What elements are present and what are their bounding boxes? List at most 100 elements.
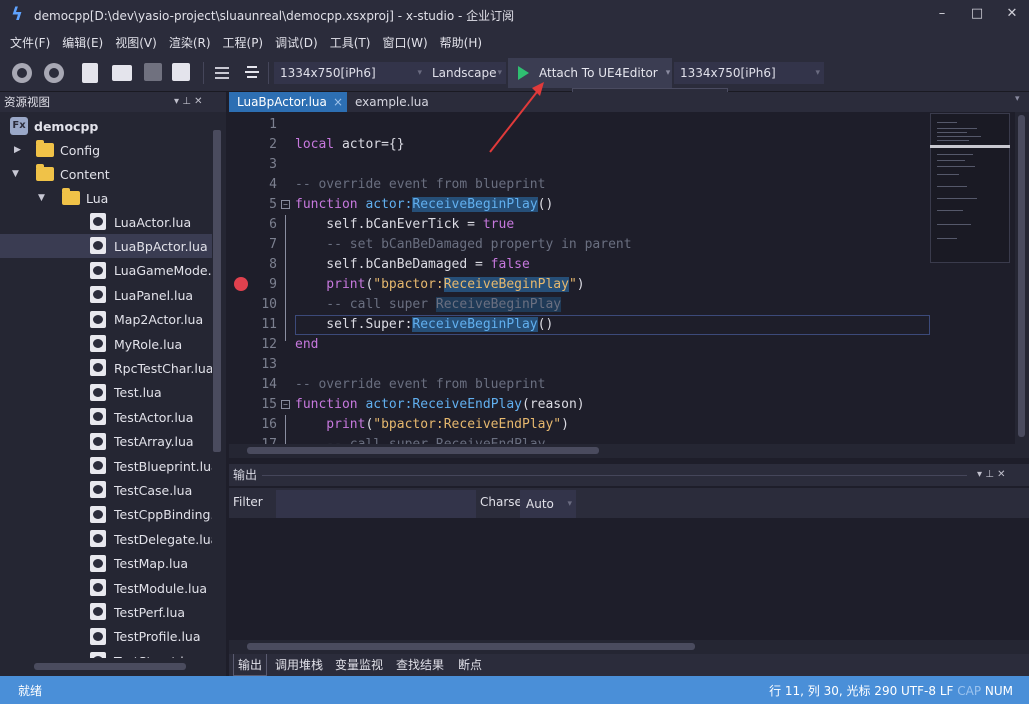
code-line: 4 -- override event from blueprint [229,175,1015,195]
file-node[interactable]: TestPerf.lua [0,600,212,624]
comment-lines-icon[interactable] [212,63,232,83]
file-node[interactable]: TestBlueprint.lua [0,454,212,478]
charset-select[interactable]: Auto ▾ [520,490,576,518]
collapse-arrow-icon[interactable]: ▼ [38,193,45,203]
menu-tools[interactable]: 工具(T) [326,34,379,51]
file-label: RpcTestChar.lua [114,360,212,376]
code-minimap[interactable] [930,113,1010,263]
tabs-overflow-icon[interactable]: ▾ [1015,94,1020,104]
filter-input[interactable] [276,490,476,518]
folder-node-lua[interactable]: ▼ Lua [0,186,212,210]
file-node[interactable]: Map2Actor.lua [0,308,212,332]
menu-view[interactable]: 视图(V) [111,34,165,51]
file-node[interactable]: LuaGameMode.l [0,259,212,283]
file-node[interactable]: TestMap.lua [0,552,212,576]
resolution-select[interactable]: 1334x750[iPh6] ▾ [274,62,426,84]
header-divider [262,475,967,476]
file-label: TestProfile.lua [114,629,201,645]
file-label: LuaActor.lua [114,214,192,230]
tab-watch[interactable]: 变量监视 [335,654,383,676]
minimize-button[interactable]: – [925,0,959,30]
chevron-down-icon: ▾ [417,68,422,78]
file-node[interactable]: LuaBpActor.lua [0,234,212,259]
tab-breakpoints[interactable]: 断点 [458,654,482,676]
file-node[interactable]: TestDelegate.lua [0,527,212,551]
breakpoint-icon[interactable] [234,277,248,291]
open-folder-icon[interactable] [112,65,132,81]
code-line: 13 [229,355,1015,375]
save-all-icon[interactable] [172,63,190,81]
close-button[interactable]: ✕ [995,0,1029,30]
file-node[interactable]: TestStruct.lua [0,649,212,658]
menu-debug[interactable]: 调试(D) [271,34,326,51]
output-panel-title: 输出 [233,468,258,482]
cursor-position: 行 11, 列 30, 光标 290 UTF-8 LF CAP NUM [769,682,1013,699]
lua-file-icon [90,481,106,499]
menu-window[interactable]: 窗口(W) [378,34,435,51]
menu-help[interactable]: 帮助(H) [436,34,490,51]
folder-node-content[interactable]: ▼ Content [0,162,212,186]
tab-output[interactable]: 输出 [233,654,268,676]
close-tab-icon[interactable]: × [333,92,343,112]
expand-arrow-icon[interactable]: ▶ [14,145,21,155]
menu-render[interactable]: 渲染(R) [165,34,219,51]
chevron-down-icon[interactable]: ▾ [666,68,671,78]
file-node[interactable]: TestCase.lua [0,478,212,502]
file-node[interactable]: TestModule.lua [0,576,212,600]
device-resolution-select[interactable]: 1334x750[iPh6] ▾ [674,62,824,84]
file-node[interactable]: LuaPanel.lua [0,283,212,307]
fold-toggle-icon[interactable]: − [281,400,290,409]
uncomment-lines-icon[interactable] [242,63,262,83]
toolbar-separator [268,62,269,84]
fold-toggle-icon[interactable]: − [281,200,290,209]
menu-project[interactable]: 工程(P) [219,34,272,51]
file-label: TestBlueprint.lua [114,458,212,474]
output-hscroll-thumb[interactable] [247,643,695,650]
lua-file-icon [90,530,106,548]
file-node[interactable]: TestArray.lua [0,430,212,454]
editor-vscroll-thumb[interactable] [1018,115,1025,437]
maximize-button[interactable]: □ [960,0,994,30]
file-node[interactable]: Test.lua [0,381,212,405]
file-label: TestModule.lua [114,580,208,596]
code-line: 9 print("bpactor:ReceiveBeginPlay") [229,275,1015,295]
tab-example[interactable]: example.lua [347,92,437,112]
lua-file-icon [90,383,106,401]
pane-controls[interactable]: ▾ ⊥ ✕ [174,92,202,112]
file-node[interactable]: TestActor.lua [0,405,212,429]
file-label: TestDelegate.lua [114,531,212,547]
resource-tree-scroll-thumb[interactable] [213,130,221,452]
file-node[interactable]: TestProfile.lua [0,625,212,649]
code-editor[interactable]: 1 2 local actor={} 3 4 -- override event f… [229,112,1015,444]
back-icon[interactable] [12,63,32,83]
file-node[interactable]: RpcTestChar.lua [0,356,212,380]
new-file-icon[interactable] [82,63,98,83]
tab-find-results[interactable]: 查找结果 [396,654,444,676]
menu-edit[interactable]: 编辑(E) [58,34,111,51]
resource-tree-hscroll-thumb[interactable] [34,663,186,670]
file-node[interactable]: LuaActor.lua [0,210,212,234]
forward-icon[interactable] [44,63,64,83]
code-line: 8 self.bCanBeDamaged = false [229,255,1015,275]
code-token: -- set bCanBeDamaged property in parent [295,237,632,252]
tab-luabpactor[interactable]: LuaBpActor.lua × [229,92,347,112]
pane-controls[interactable]: ▾ ⊥ ✕ [977,464,1005,486]
folder-node-config[interactable]: ▶ Config [0,138,212,162]
collapse-arrow-icon[interactable]: ▼ [12,169,19,179]
save-icon[interactable] [144,63,162,81]
lua-file-icon [90,359,106,377]
minimap-viewport[interactable] [930,145,1010,148]
menu-file[interactable]: 文件(F) [6,34,58,51]
tab-call-stack[interactable]: 调用堆栈 [275,654,323,676]
num-lock-indicator: NUM [981,684,1013,698]
project-icon: Fx [10,117,28,135]
file-node[interactable]: MyRole.lua [0,332,212,356]
minimap-line [937,154,973,155]
project-node[interactable]: Fx democpp [0,114,212,138]
output-log[interactable] [229,518,1029,640]
charset-select-value: Auto [526,497,554,511]
file-label: LuaGameMode.l [114,263,212,279]
file-label: TestCase.lua [114,482,193,498]
file-node[interactable]: TestCppBinding. [0,503,212,527]
editor-hscroll-thumb[interactable] [247,447,599,454]
